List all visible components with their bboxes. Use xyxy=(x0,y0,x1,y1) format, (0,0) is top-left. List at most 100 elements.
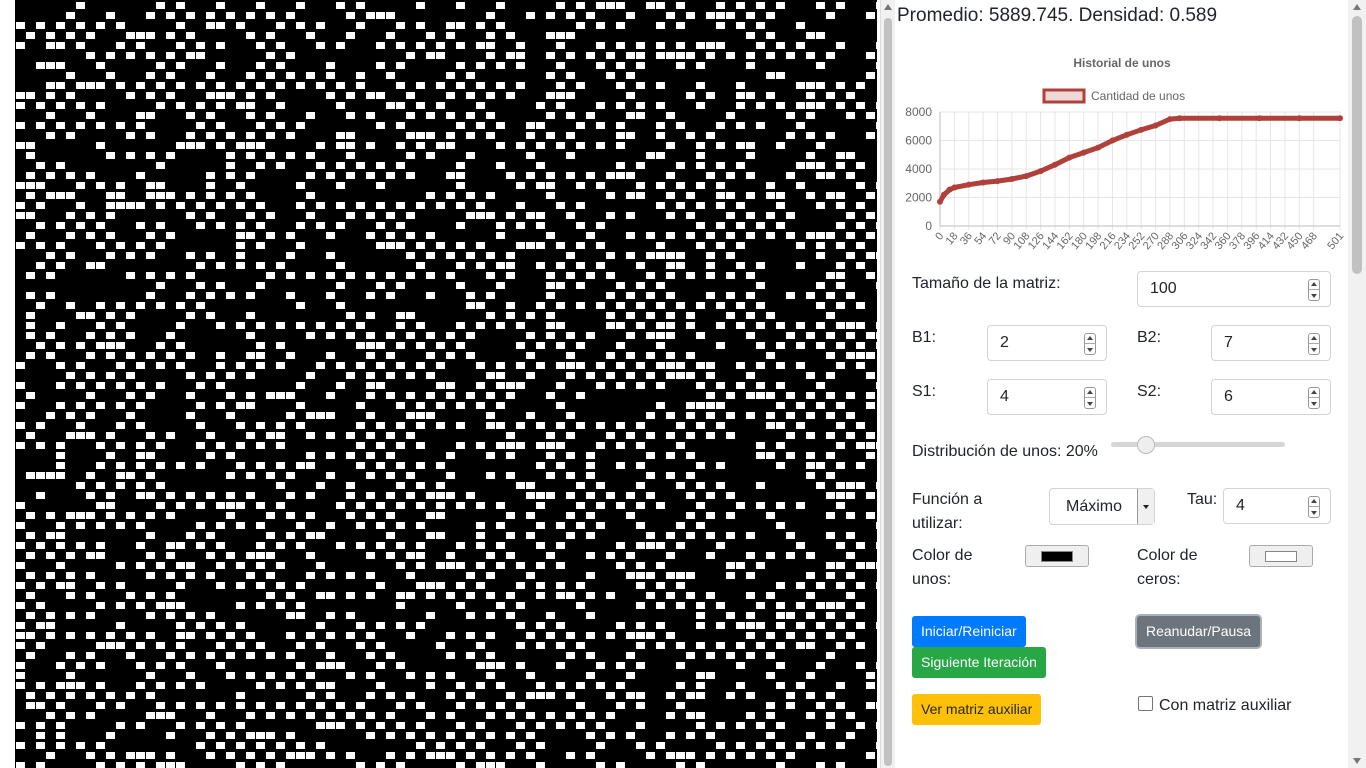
grid-cell xyxy=(296,242,305,249)
grid-cell xyxy=(76,122,85,129)
grid-cell xyxy=(606,172,615,179)
grid-cell xyxy=(656,102,665,109)
grid-cell xyxy=(426,712,435,719)
grid-cell xyxy=(266,272,275,279)
color-zeros-picker[interactable] xyxy=(1249,545,1313,567)
grid-cell xyxy=(326,752,335,759)
data-point xyxy=(1008,175,1015,182)
grid-cell xyxy=(286,612,295,619)
grid-cell xyxy=(316,412,325,419)
scroll-down-arrow-icon[interactable] xyxy=(1353,758,1361,764)
grid-cell xyxy=(156,712,165,719)
grid-cell xyxy=(826,492,835,499)
grid-cell xyxy=(16,422,25,429)
s1-input[interactable]: 4 xyxy=(987,379,1107,415)
grid-cell xyxy=(226,502,235,509)
slider-handle[interactable] xyxy=(1136,436,1155,454)
b2-stepper[interactable] xyxy=(1308,333,1320,355)
grid-cell xyxy=(316,702,325,709)
data-point xyxy=(1123,131,1130,138)
s2-input[interactable]: 6 xyxy=(1211,379,1331,415)
grid-cell xyxy=(426,52,435,59)
next-iteration-button[interactable]: Siguiente Iteración xyxy=(912,647,1046,678)
tau-input[interactable]: 4 xyxy=(1223,488,1331,524)
grid-cell xyxy=(596,242,605,249)
function-select[interactable]: Máximo xyxy=(1049,488,1155,525)
page-scrollbar[interactable] xyxy=(1348,0,1366,768)
grid-cell xyxy=(756,282,765,289)
grid-cell xyxy=(746,612,755,619)
grid-cell xyxy=(296,302,305,309)
start-restart-button[interactable]: Iniciar/Reiniciar xyxy=(912,616,1026,647)
tau-stepper[interactable] xyxy=(1308,496,1320,518)
grid-cell xyxy=(76,422,85,429)
scroll-up-arrow-icon[interactable] xyxy=(884,4,892,10)
grid-cell xyxy=(386,292,395,299)
grid-cell xyxy=(236,402,245,409)
grid-cell xyxy=(726,272,735,279)
resume-pause-button[interactable]: Reanudar/Pausa xyxy=(1137,616,1261,647)
grid-cell xyxy=(296,122,305,129)
canvas-scrollbar-thumb[interactable] xyxy=(884,18,892,766)
grid-cell xyxy=(416,422,425,429)
grid-cell xyxy=(466,212,475,219)
s2-stepper[interactable] xyxy=(1308,387,1320,409)
grid-cell xyxy=(646,332,655,339)
grid-cell xyxy=(246,212,255,219)
aux-matrix-checkbox[interactable] xyxy=(1138,696,1153,711)
grid-cell xyxy=(516,182,525,189)
grid-cell xyxy=(716,642,725,649)
grid-cell xyxy=(876,102,877,109)
grid-cell xyxy=(836,482,845,489)
grid-cell xyxy=(846,352,855,359)
data-point xyxy=(1176,115,1183,122)
page-scrollbar-thumb[interactable] xyxy=(1352,16,1362,274)
matrix-size-stepper[interactable] xyxy=(1308,279,1320,301)
grid-cell xyxy=(376,122,385,129)
b2-input[interactable]: 7 xyxy=(1211,325,1331,361)
grid-cell xyxy=(286,652,295,659)
grid-cell xyxy=(476,122,485,129)
grid-cell xyxy=(736,382,745,389)
grid-cell xyxy=(136,562,145,569)
s1-stepper[interactable] xyxy=(1084,387,1096,409)
cellular-automaton-grid[interactable] xyxy=(15,0,877,768)
grid-cell xyxy=(406,692,415,699)
grid-cell xyxy=(846,232,855,239)
grid-cell xyxy=(346,482,355,489)
grid-cell xyxy=(126,472,135,479)
grid-cell xyxy=(476,82,485,89)
canvas-scrollbar[interactable] xyxy=(880,0,895,768)
b1-stepper[interactable] xyxy=(1084,333,1096,355)
grid-cell xyxy=(516,482,525,489)
grid-cell xyxy=(626,512,635,519)
grid-cell xyxy=(446,452,455,459)
grid-cell xyxy=(596,22,605,29)
b1-input[interactable]: 2 xyxy=(987,325,1107,361)
distribution-slider[interactable] xyxy=(1111,436,1285,456)
grid-cell xyxy=(486,472,495,479)
matrix-size-input[interactable]: 100 xyxy=(1137,271,1331,307)
view-aux-matrix-button[interactable]: Ver matriz auxiliar xyxy=(912,694,1042,725)
grid-cell xyxy=(596,682,605,689)
grid-cell xyxy=(216,522,225,529)
grid-cell xyxy=(866,372,875,379)
grid-cell xyxy=(116,462,125,469)
grid-cell xyxy=(676,52,685,59)
grid-cell xyxy=(56,582,65,589)
grid-cell xyxy=(506,92,515,99)
grid-cell xyxy=(276,542,285,549)
grid-cell xyxy=(706,42,715,49)
grid-cell xyxy=(476,582,485,589)
grid-cell xyxy=(796,122,805,129)
grid-cell xyxy=(416,402,425,409)
grid-cell xyxy=(536,722,545,729)
grid-cell xyxy=(566,172,575,179)
grid-cell xyxy=(416,202,425,209)
chevron-down-icon[interactable] xyxy=(1137,489,1154,524)
grid-cell xyxy=(276,682,285,689)
grid-cell xyxy=(696,42,705,49)
grid-cell xyxy=(776,522,785,529)
color-ones-picker[interactable] xyxy=(1025,545,1089,567)
scroll-up-arrow-icon[interactable] xyxy=(1353,4,1361,10)
